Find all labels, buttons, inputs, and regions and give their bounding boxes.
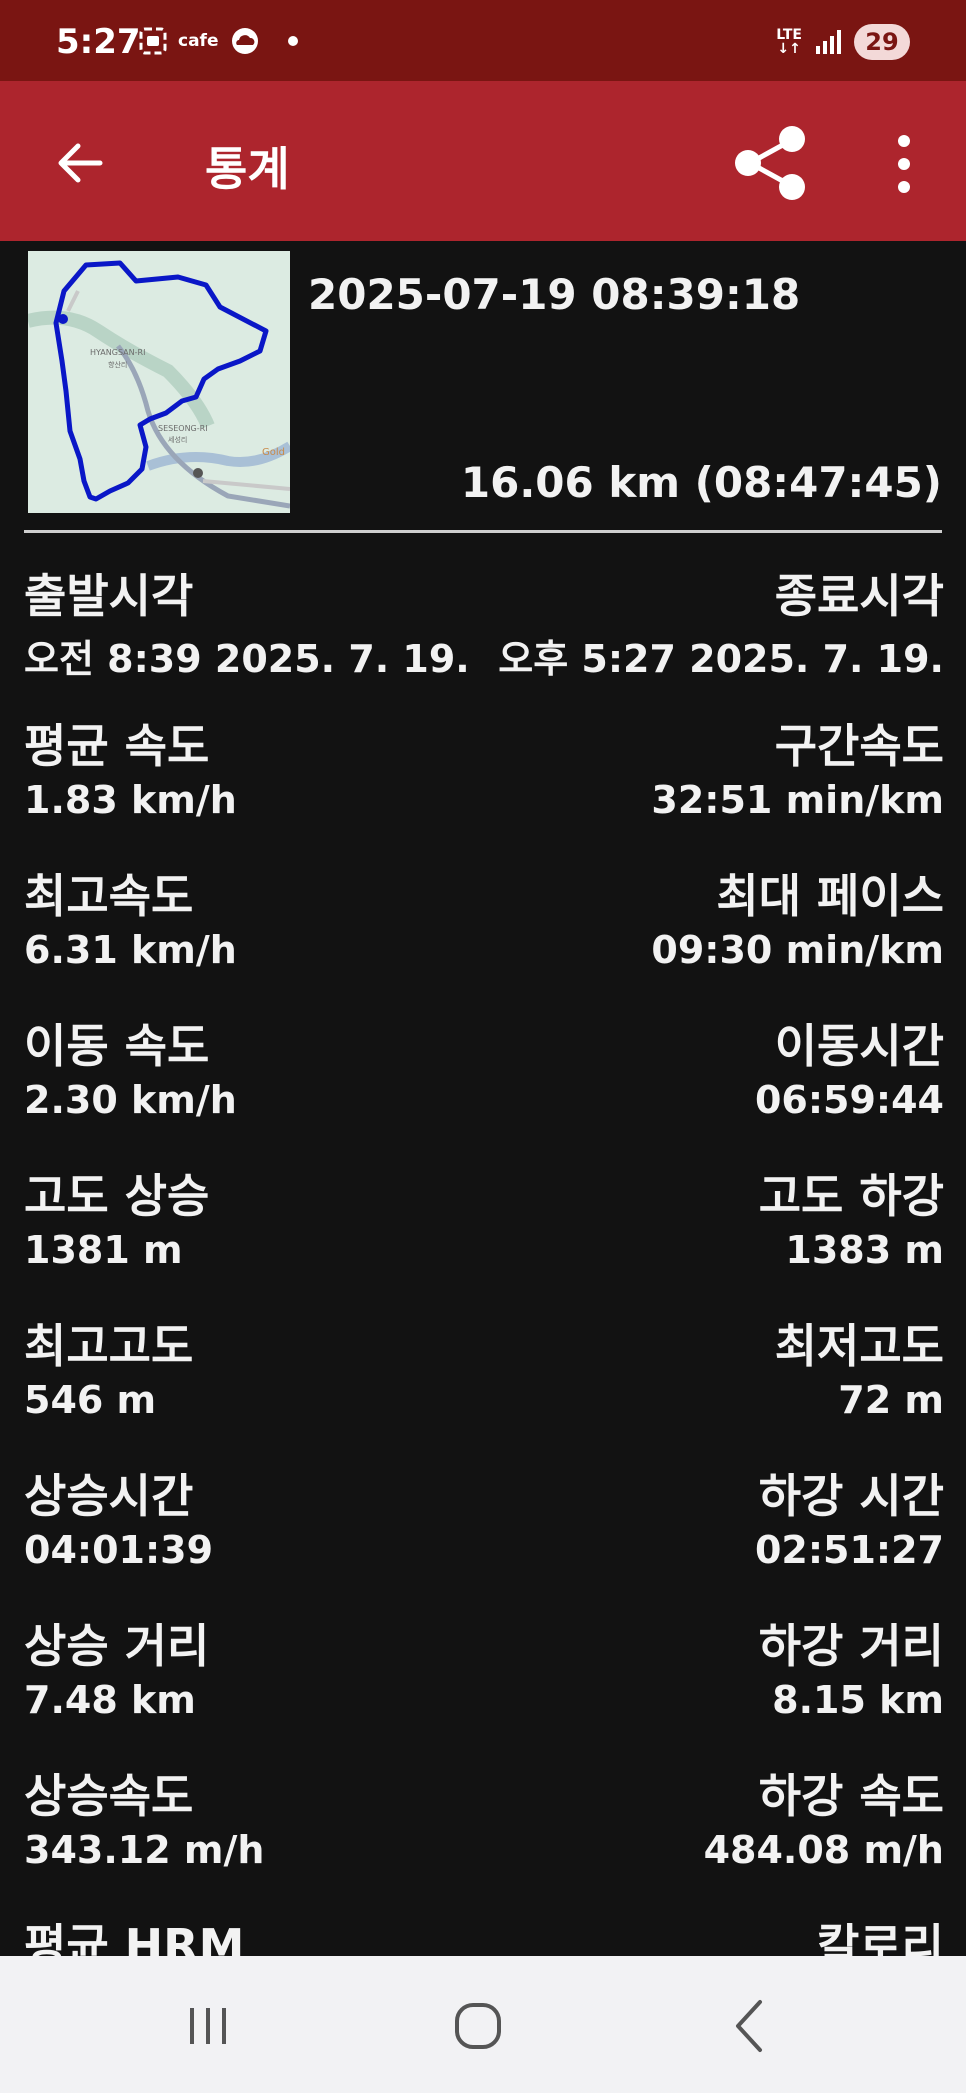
stat-value-descent-distance: 8.15 km xyxy=(772,1678,944,1722)
back-arrow-icon[interactable] xyxy=(48,131,112,195)
system-icons: LTE ↓↑ 29 xyxy=(776,24,910,60)
page-title: 통계 xyxy=(205,142,290,196)
signal-icon xyxy=(816,30,841,54)
stat-label-moving-speed: 이동 속도 xyxy=(24,1019,210,1073)
stat-value-min-altitude: 72 m xyxy=(838,1378,944,1422)
trip-start-datetime: 2025-07-19 08:39:18 xyxy=(308,270,801,319)
map-label-seseong: SESEONG-RI xyxy=(158,424,208,433)
stat-value-ascent-time: 04:01:39 xyxy=(24,1528,214,1572)
route-map-thumbnail[interactable]: HYANGSAN-RI 향산리 SESEONG-RI 세성리 Gold xyxy=(28,251,290,513)
stat-label-max-altitude: 최고고도 xyxy=(24,1319,194,1373)
stat-value-max-pace: 09:30 min/km xyxy=(651,928,944,972)
stat-row-max-speed: 최고속도 6.31 km/h 최대 페이스 09:30 min/km xyxy=(24,860,944,1010)
stat-label-ascent-distance: 상승 거리 xyxy=(24,1619,210,1673)
cafe-notification-label: cafe xyxy=(178,31,219,51)
status-bar: 5:27 cafe LTE ↓↑ 29 xyxy=(0,0,966,81)
stat-value-ascent-distance: 7.48 km xyxy=(24,1678,196,1722)
stat-row-altitude: 최고고도 546 m 최저고도 72 m xyxy=(24,1310,944,1460)
stat-value-max-speed: 6.31 km/h xyxy=(24,928,237,972)
stat-value-moving-time: 06:59:44 xyxy=(754,1078,944,1122)
recent-apps-icon[interactable] xyxy=(168,1986,248,2066)
stat-label-elevation-loss: 고도 하강 xyxy=(758,1169,944,1223)
map-label-hyangsan-kr: 향산리 xyxy=(108,360,127,369)
stat-row-speed: 평균 속도 1.83 km/h 구간속도 32:51 min/km xyxy=(24,710,944,860)
stat-row-elevation: 고도 상승 1381 m 고도 하강 1383 m xyxy=(24,1160,944,1310)
stat-row-moving: 이동 속도 2.30 km/h 이동시간 06:59:44 xyxy=(24,1010,944,1160)
stat-label-start-time: 출발시각 xyxy=(24,569,194,623)
battery-icon: 29 xyxy=(854,24,910,60)
more-options-icon[interactable] xyxy=(880,129,928,199)
stat-label-ascent-speed: 상승속도 xyxy=(24,1769,194,1823)
stat-row-climb-speed: 상승속도 343.12 m/h 하강 속도 484.08 m/h xyxy=(24,1760,944,1910)
stat-label-max-pace: 최대 페이스 xyxy=(716,869,944,923)
battery-level: 29 xyxy=(865,28,899,56)
stat-label-avg-speed: 평균 속도 xyxy=(24,719,210,773)
stat-label-end-time: 종료시각 xyxy=(774,569,944,623)
home-icon[interactable] xyxy=(438,1986,518,2066)
stat-value-end-time: 오후 5:27 2025. 7. 19. xyxy=(498,637,944,681)
stat-row-time: 출발시각 오전 8:39 2025. 7. 19. 종료시각 오후 5:27 2… xyxy=(24,560,944,710)
route-map: HYANGSAN-RI 향산리 SESEONG-RI 세성리 Gold xyxy=(28,251,290,513)
stat-label-descent-time: 하강 시간 xyxy=(758,1469,944,1523)
stat-label-descent-speed: 하강 속도 xyxy=(758,1769,944,1823)
stat-value-start-time: 오전 8:39 2025. 7. 19. xyxy=(24,637,470,681)
stat-value-elevation-gain: 1381 m xyxy=(24,1228,183,1272)
stat-label-elevation-gain: 고도 상승 xyxy=(24,1169,210,1223)
stat-value-descent-time: 02:51:27 xyxy=(754,1528,944,1572)
screenshot-icon xyxy=(139,27,167,55)
stat-label-moving-time: 이동시간 xyxy=(774,1019,944,1073)
stat-value-descent-speed: 484.08 m/h xyxy=(703,1828,944,1872)
stat-value-max-altitude: 546 m xyxy=(24,1378,157,1422)
stat-value-avg-speed: 1.83 km/h xyxy=(24,778,237,822)
divider xyxy=(24,530,942,533)
stat-label-min-altitude: 최저고도 xyxy=(774,1319,944,1373)
stat-row-climb-distance: 상승 거리 7.48 km 하강 거리 8.15 km xyxy=(24,1610,944,1760)
stat-label-max-speed: 최고속도 xyxy=(24,869,194,923)
back-icon[interactable] xyxy=(710,1986,790,2066)
more-notifications-dot xyxy=(288,36,299,46)
system-navigation-bar xyxy=(0,1956,966,2093)
share-icon[interactable] xyxy=(728,123,812,203)
notification-icons: cafe xyxy=(138,26,299,56)
lte-icon: LTE ↓↑ xyxy=(776,27,802,57)
trip-distance-duration: 16.06 km (08:47:45) xyxy=(460,458,942,507)
stat-label-descent-distance: 하강 거리 xyxy=(758,1619,944,1673)
network-type: LTE xyxy=(776,27,802,43)
stat-row-climb-time: 상승시간 04:01:39 하강 시간 02:51:27 xyxy=(24,1460,944,1610)
map-label-seseong-kr: 세성리 xyxy=(168,435,187,444)
stat-label-pace: 구간속도 xyxy=(774,719,944,773)
weather-icon xyxy=(232,28,259,54)
map-label-edge: Gold xyxy=(262,447,285,458)
map-label-hyangsan: HYANGSAN-RI xyxy=(90,348,145,357)
clock: 5:27 xyxy=(56,22,141,62)
app-bar: 통계 xyxy=(0,81,966,241)
stat-value-pace: 32:51 min/km xyxy=(651,778,944,822)
stat-value-moving-speed: 2.30 km/h xyxy=(24,1078,237,1122)
stat-value-elevation-loss: 1383 m xyxy=(785,1228,944,1272)
stat-value-ascent-speed: 343.12 m/h xyxy=(24,1828,265,1872)
stat-label-ascent-time: 상승시간 xyxy=(24,1469,194,1523)
